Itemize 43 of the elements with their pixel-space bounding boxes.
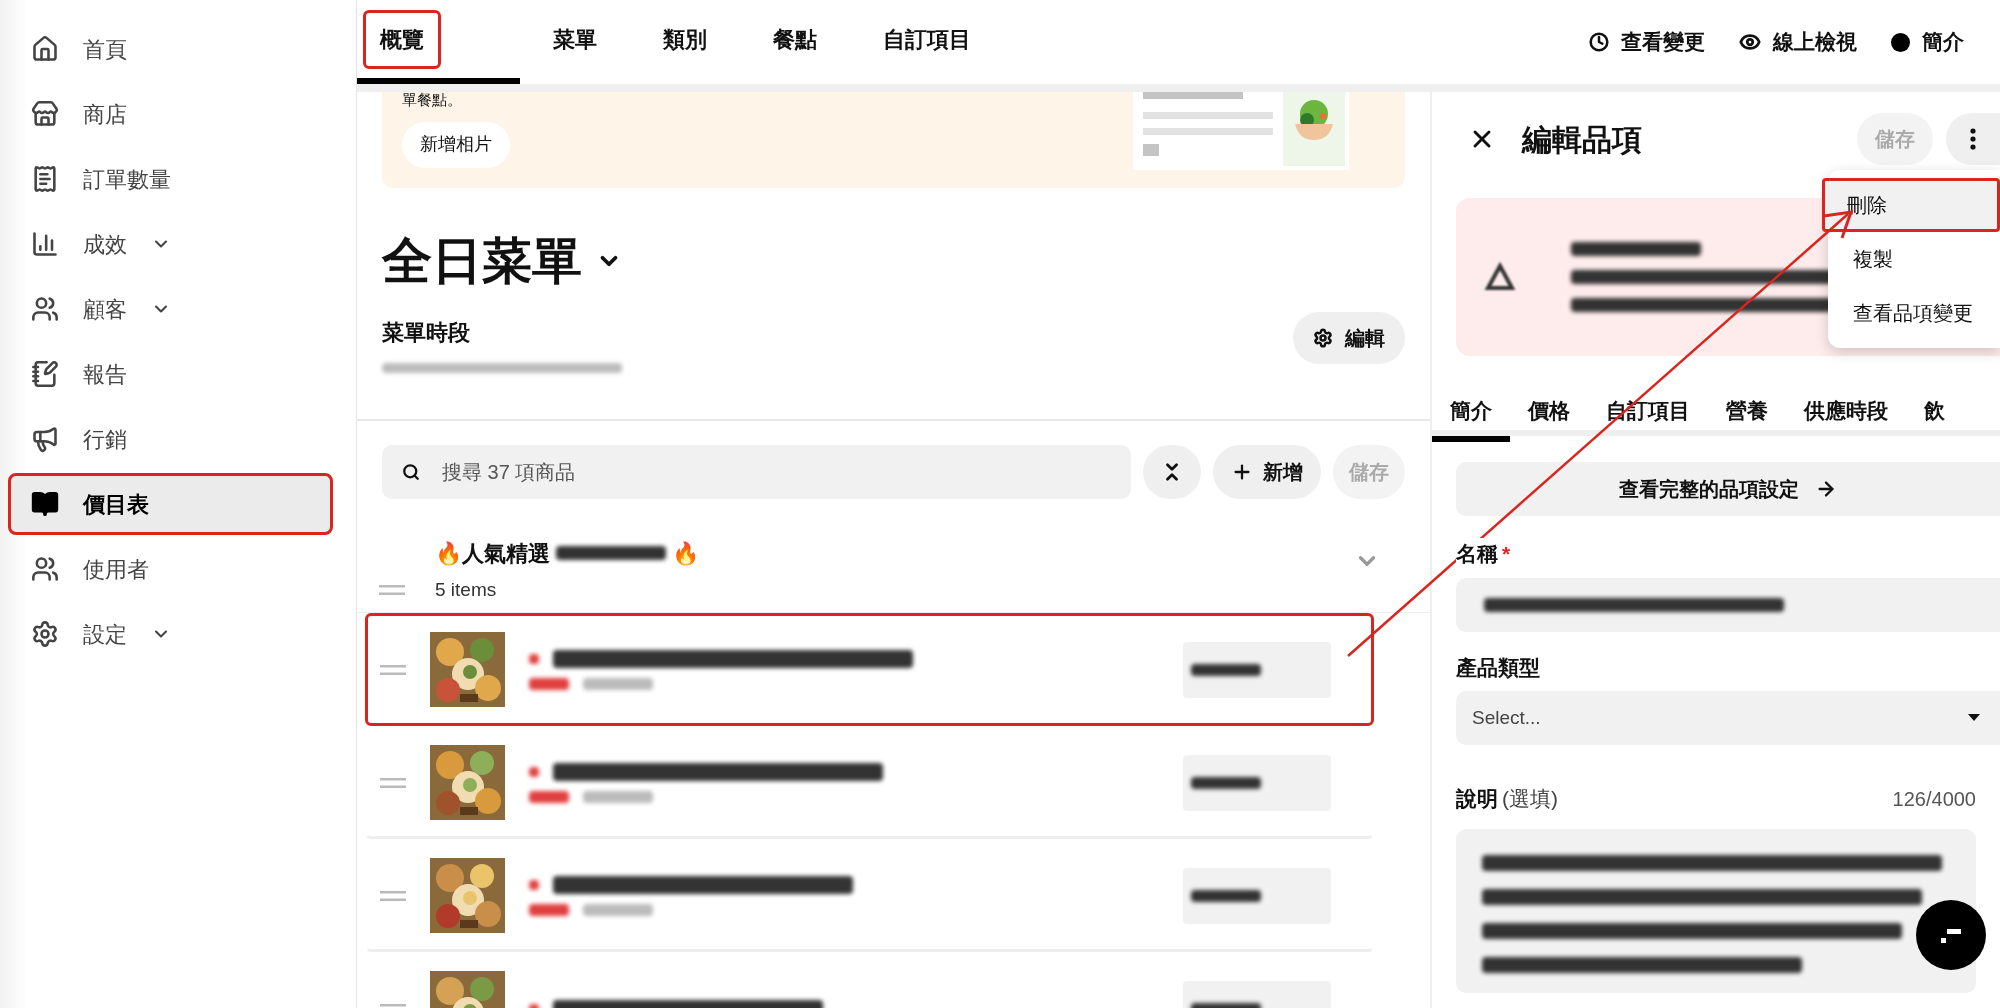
header-action[interactable]: 簡介: [1891, 26, 1964, 58]
sidebar-item[interactable]: 顧客: [8, 278, 333, 340]
sidebar-item[interactable]: 成效: [8, 213, 333, 275]
edit-button[interactable]: 編輯: [1293, 312, 1405, 364]
category-title: 🔥人氣精選: [435, 539, 550, 568]
section-label: 菜單時段: [382, 319, 471, 347]
category-title: 🔥: [672, 539, 699, 568]
banner-text: 單餐點。: [402, 92, 463, 110]
header-action[interactable]: 線上檢視: [1739, 26, 1857, 58]
sidebar-item[interactable]: 價目表: [8, 473, 333, 535]
product-type-select[interactable]: Select...: [1456, 691, 2000, 745]
panel-tab[interactable]: 供應時段: [1786, 386, 1906, 442]
add-photo-button[interactable]: 新增相片: [402, 121, 510, 168]
sidebar-item[interactable]: 行銷: [8, 408, 333, 470]
sidebar-item[interactable]: 訂單數量: [8, 148, 333, 210]
sidebar-item[interactable]: 商店: [8, 83, 333, 145]
required-mark: *: [1502, 541, 1511, 567]
panel-tab[interactable]: 飲: [1906, 386, 1963, 442]
header-tab[interactable]: 類別: [630, 0, 740, 84]
sidebar-item[interactable]: 使用者: [8, 538, 333, 600]
search-field[interactable]: 搜尋 37 項商品: [382, 445, 1131, 499]
item-count: 5 items: [435, 577, 498, 602]
header-tab[interactable]: 菜單: [520, 0, 630, 84]
panel-tab[interactable]: 簡介: [1432, 386, 1510, 442]
panel-tab[interactable]: 營養: [1708, 386, 1786, 442]
header-tab[interactable]: 自訂項目: [850, 0, 1004, 84]
full-settings-button[interactable]: 查看完整的品項設定: [1456, 462, 2000, 516]
sidebar-item[interactable]: 設定: [8, 603, 333, 665]
field-label: 產品類型: [1456, 654, 1541, 681]
add-button[interactable]: 新增: [1213, 445, 1321, 499]
header-tab[interactable]: 概覽: [357, 0, 520, 84]
header-tab[interactable]: 餐點: [740, 0, 850, 84]
field-label: 說明: [1456, 786, 1498, 812]
optional-label: (選填): [1502, 786, 1558, 812]
character-count: 126/4000: [1892, 786, 1976, 812]
panel-title: 編輯品項: [1522, 121, 1642, 158]
menu-title: 全日菜單: [382, 236, 582, 286]
header-action[interactable]: 查看變更: [1589, 26, 1705, 58]
menu-item[interactable]: 複製: [1828, 232, 2000, 286]
panel-tab[interactable]: 價格: [1510, 386, 1588, 442]
sidebar-item[interactable]: 報告: [8, 343, 333, 405]
sidebar-item[interactable]: 首頁: [8, 18, 333, 80]
menu-item[interactable]: 查看品項變更: [1828, 286, 2000, 340]
